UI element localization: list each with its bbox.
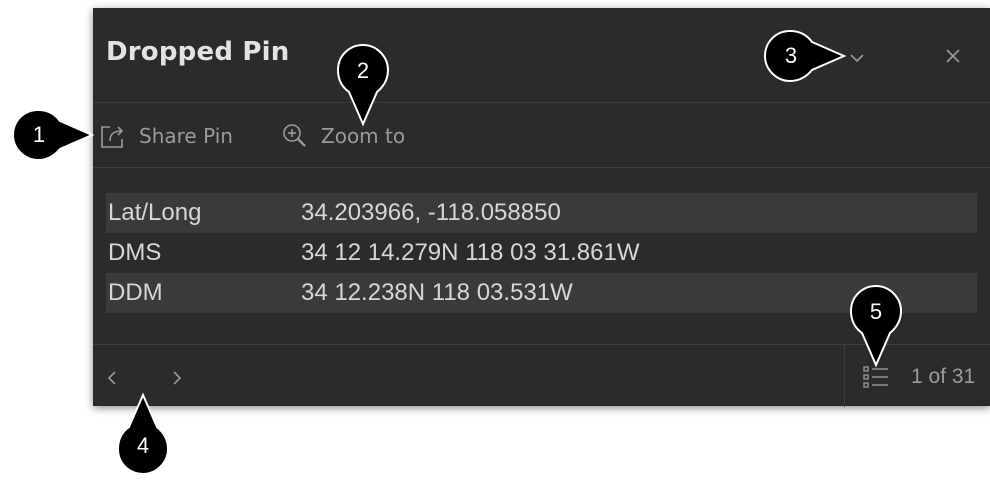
callout-number: 2 [356, 58, 370, 83]
row-value: 34 12 14.279N 118 03 31.861W [301, 239, 640, 266]
share-pin-button[interactable]: Share Pin [97, 120, 233, 152]
row-label: Lat/Long [108, 199, 202, 226]
row-value: 34 12.238N 118 03.531W [301, 279, 573, 306]
callout-number: 3 [784, 43, 798, 68]
callout-2: 2 [336, 43, 390, 127]
callout-1: 1 [11, 108, 95, 162]
row-label: DDM [108, 279, 163, 306]
table-row: Lat/Long 34.203966, -118.058850 [106, 193, 977, 233]
row-value: 34.203966, -118.058850 [301, 199, 561, 226]
callout-number: 1 [32, 122, 46, 147]
feature-counter: 1 of 31 [911, 365, 976, 388]
close-icon [946, 49, 960, 63]
popup-title: Dropped Pin [106, 37, 290, 67]
callout-4: 4 [116, 392, 170, 476]
callout-number: 4 [136, 433, 150, 458]
row-label: DMS [108, 239, 162, 266]
callout-number: 5 [869, 299, 883, 324]
table-row: DMS 34 12 14.279N 118 03 31.861W [106, 233, 977, 273]
action-bar: Share Pin Zoom to [93, 103, 990, 168]
zoom-in-icon [283, 124, 306, 147]
share-pin-label: Share Pin [139, 124, 233, 148]
callout-3: 3 [763, 29, 847, 83]
close-button[interactable] [939, 42, 967, 70]
callout-5: 5 [849, 284, 903, 368]
